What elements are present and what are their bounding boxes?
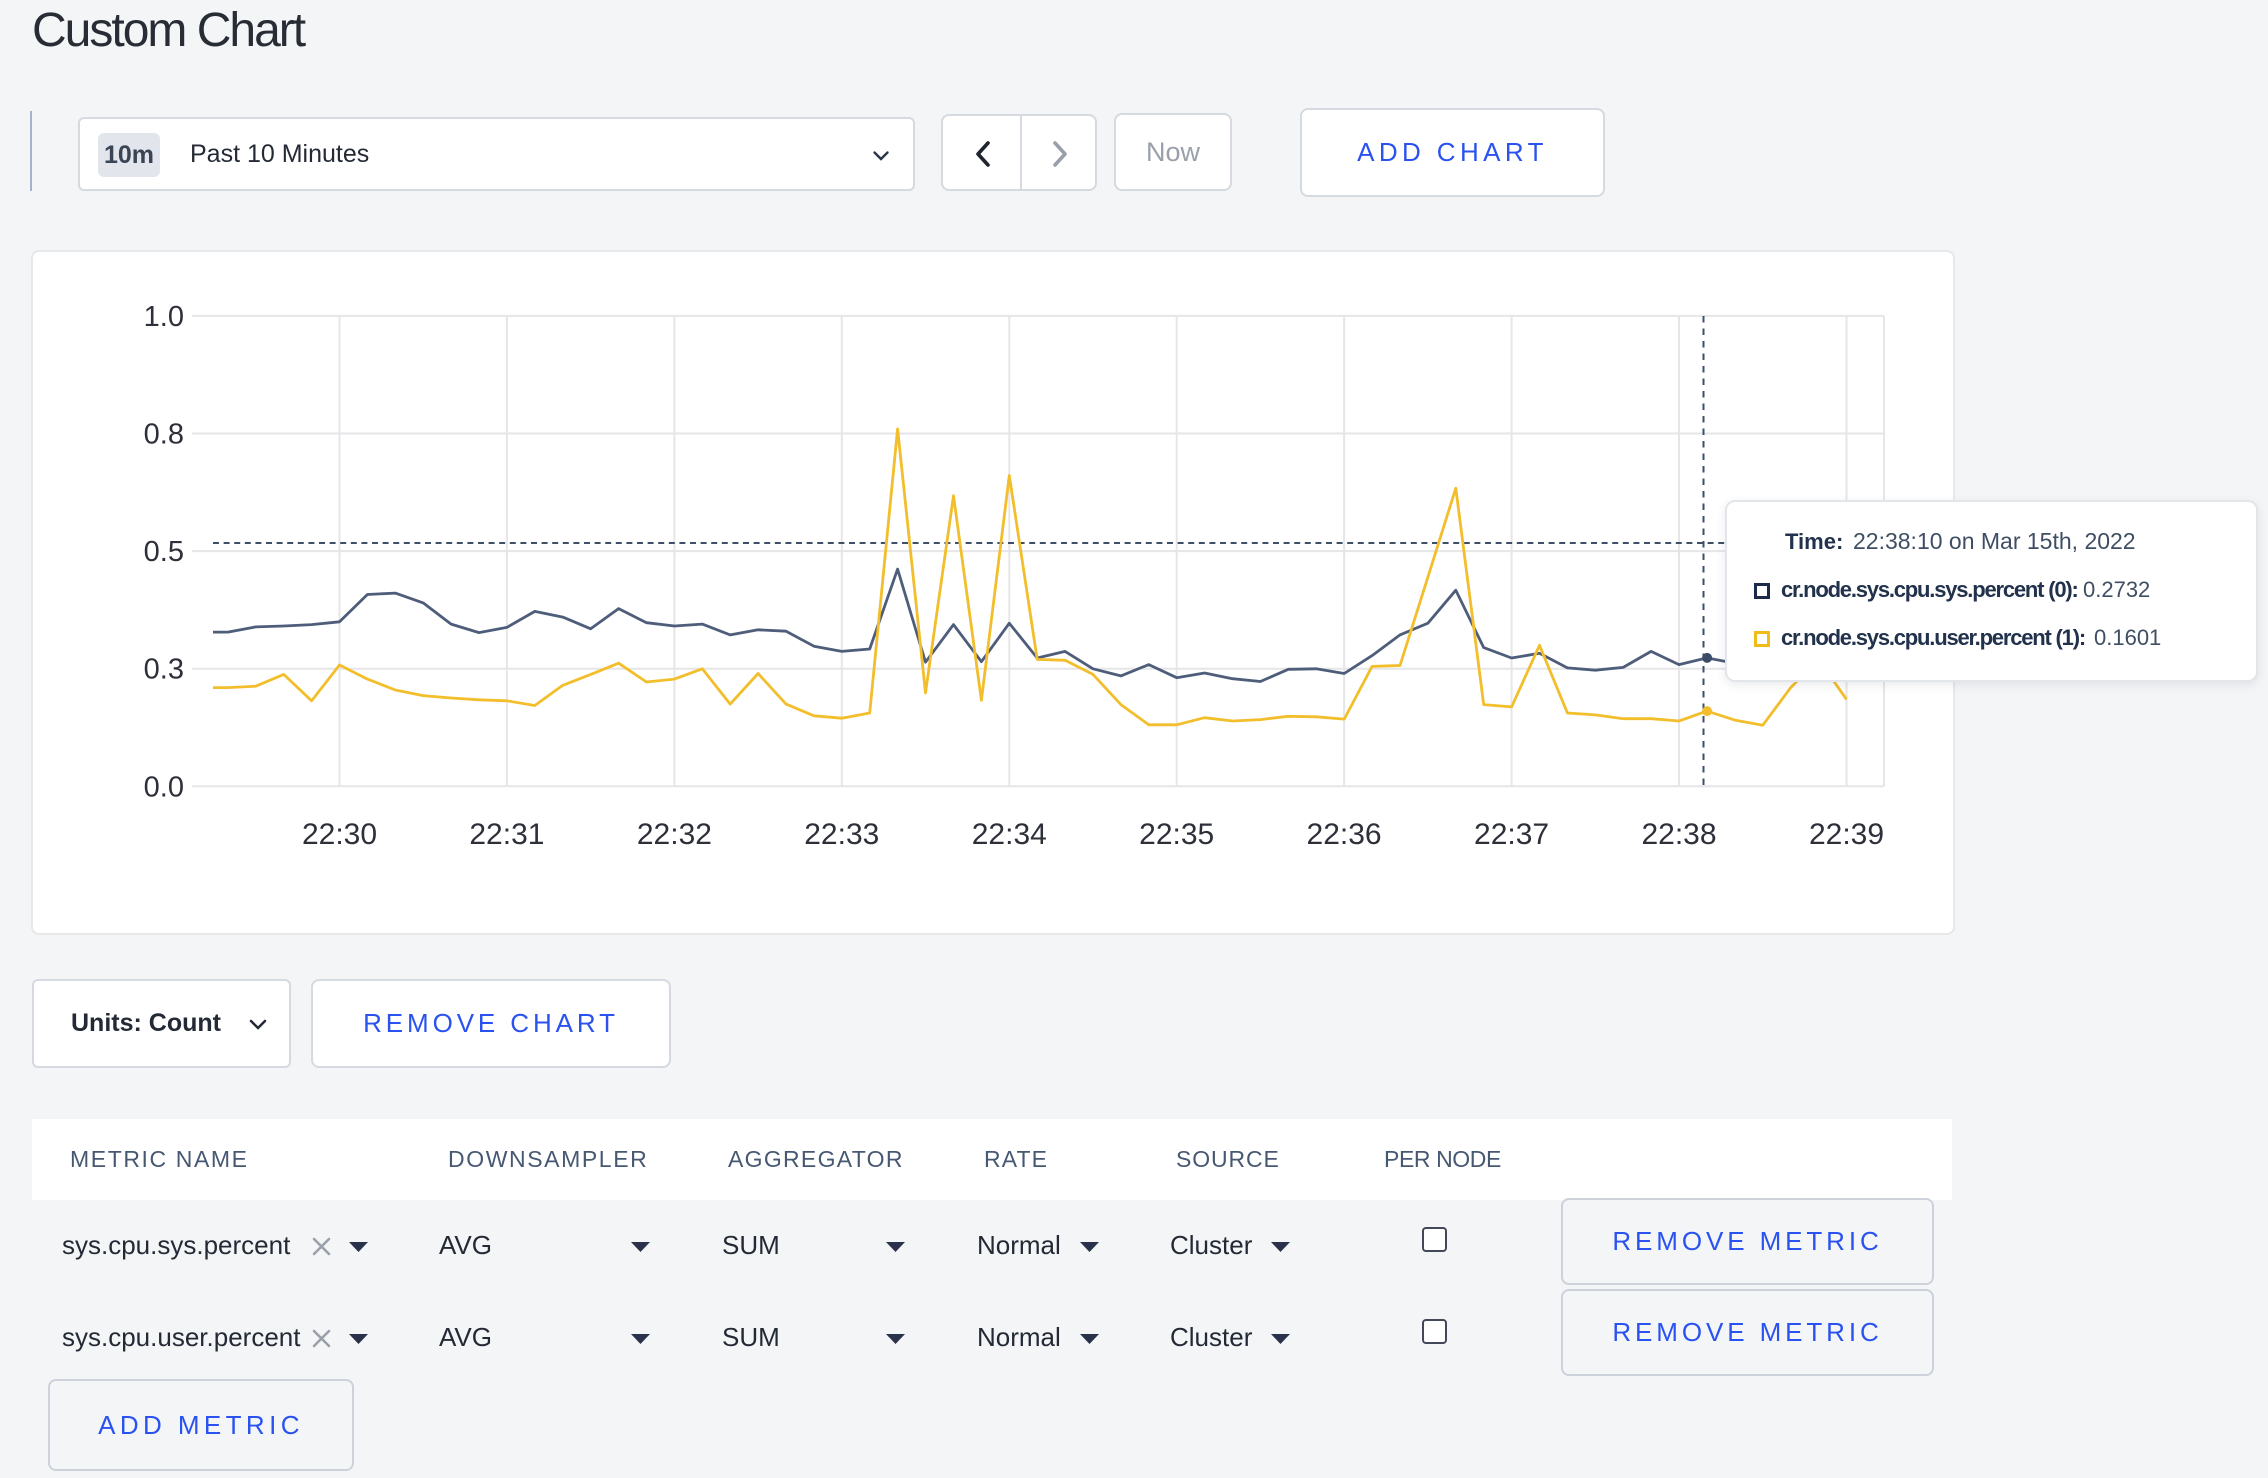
svg-text:0.3: 0.3 xyxy=(144,654,184,686)
svg-text:22:39: 22:39 xyxy=(1809,818,1884,851)
svg-text:22:36: 22:36 xyxy=(1307,818,1382,851)
svg-text:0.0: 0.0 xyxy=(144,771,184,803)
svg-text:22:37: 22:37 xyxy=(1474,818,1549,851)
svg-text:1.0: 1.0 xyxy=(144,301,184,333)
svg-text:0.5: 0.5 xyxy=(144,536,184,568)
svg-text:22:30: 22:30 xyxy=(302,818,377,851)
svg-text:22:32: 22:32 xyxy=(637,818,712,851)
svg-text:22:31: 22:31 xyxy=(469,818,544,851)
svg-text:22:35: 22:35 xyxy=(1139,818,1214,851)
svg-text:22:34: 22:34 xyxy=(972,818,1047,851)
svg-text:22:38: 22:38 xyxy=(1641,818,1716,851)
svg-text:0.8: 0.8 xyxy=(144,419,184,451)
svg-text:22:33: 22:33 xyxy=(804,818,879,851)
